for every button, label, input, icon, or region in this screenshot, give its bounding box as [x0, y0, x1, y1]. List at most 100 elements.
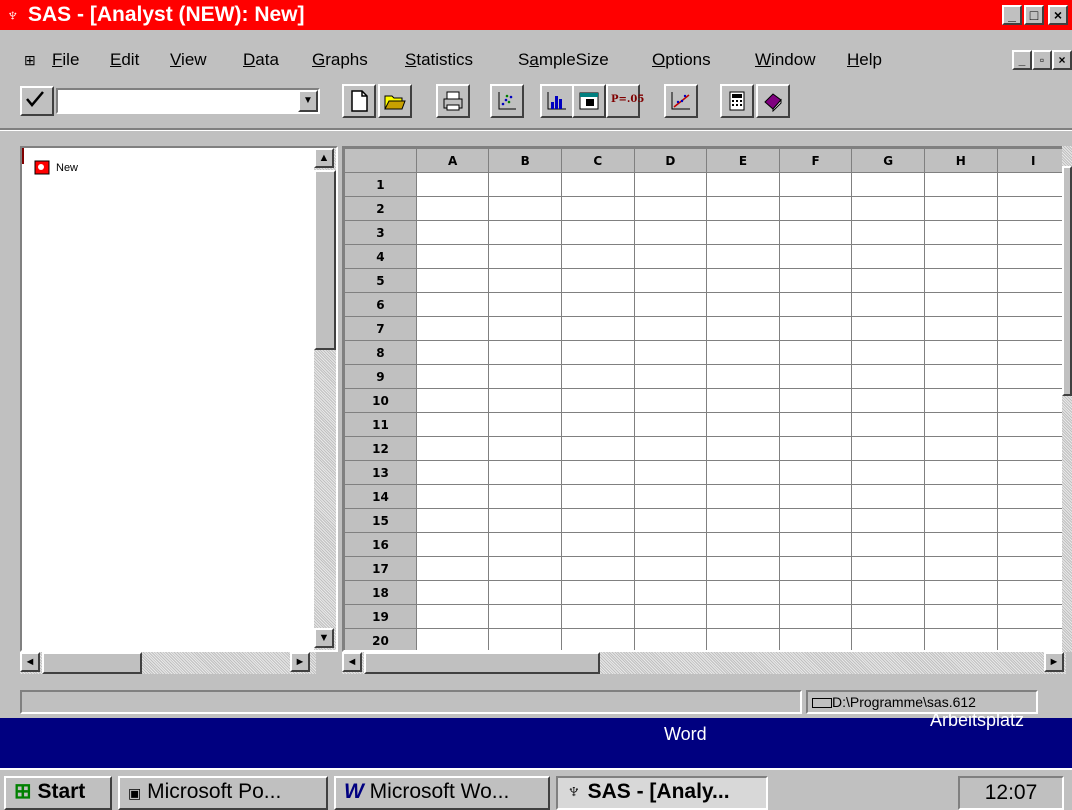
column-header-f[interactable]: F: [778, 148, 853, 173]
column-header-a[interactable]: A: [415, 148, 490, 173]
grid-cell[interactable]: [923, 580, 998, 605]
grid-cell[interactable]: [415, 436, 490, 461]
minimize-button[interactable]: _: [1002, 5, 1022, 25]
grid-cell[interactable]: [996, 316, 1070, 341]
grid-cell[interactable]: [923, 460, 998, 485]
grid-cell[interactable]: [488, 268, 563, 293]
grid-cell[interactable]: [415, 604, 490, 629]
close-button[interactable]: ×: [1048, 5, 1068, 25]
grid-cell[interactable]: [996, 244, 1070, 269]
grid-cell[interactable]: [561, 316, 635, 341]
grid-cell[interactable]: [923, 556, 998, 581]
grid-cell[interactable]: [851, 580, 925, 605]
child-restore-button[interactable]: ▫: [1032, 50, 1052, 70]
grid-cell[interactable]: [706, 172, 780, 197]
menu-window[interactable]: Window: [755, 50, 815, 70]
grid-cell[interactable]: [778, 172, 853, 197]
taskbar-word[interactable]: W Microsoft Wo...: [334, 776, 550, 810]
menu-edit[interactable]: Edit: [110, 50, 139, 70]
grid-cell[interactable]: [778, 268, 853, 293]
grid-scroll-left-arrow-icon[interactable]: ◄: [342, 652, 362, 672]
grid-scroll-thumb[interactable]: [1062, 166, 1072, 396]
grid-cell[interactable]: [778, 532, 853, 557]
grid-cell[interactable]: [415, 244, 490, 269]
grid-cell[interactable]: [488, 364, 563, 389]
grid-cell[interactable]: [923, 196, 998, 221]
grid-cell[interactable]: [706, 412, 780, 437]
grid-cell[interactable]: [633, 172, 708, 197]
grid-cell[interactable]: [923, 628, 998, 650]
grid-cell[interactable]: [778, 196, 853, 221]
row-header[interactable]: 10: [344, 388, 417, 413]
grid-cell[interactable]: [706, 508, 780, 533]
grid-cell[interactable]: [778, 460, 853, 485]
grid-cell[interactable]: [851, 412, 925, 437]
grid-cell[interactable]: [561, 172, 635, 197]
grid-cell[interactable]: [415, 220, 490, 245]
grid-cell[interactable]: [851, 484, 925, 509]
command-combo[interactable]: ▼: [56, 88, 320, 114]
grid-cell[interactable]: [488, 604, 563, 629]
grid-cell[interactable]: [996, 340, 1070, 365]
grid-cell[interactable]: [851, 556, 925, 581]
grid-cell[interactable]: [851, 340, 925, 365]
grid-cell[interactable]: [923, 532, 998, 557]
row-header[interactable]: 11: [344, 412, 417, 437]
title-bar[interactable]: ♆ SAS - [Analyst (NEW): New] _ □ ×: [0, 0, 1072, 30]
grid-cell[interactable]: [778, 508, 853, 533]
row-header[interactable]: 8: [344, 340, 417, 365]
open-button[interactable]: [378, 84, 412, 118]
grid-cell[interactable]: [706, 484, 780, 509]
column-header-h[interactable]: H: [923, 148, 998, 173]
grid-cell[interactable]: [561, 484, 635, 509]
grid-cell[interactable]: [996, 268, 1070, 293]
menu-graphs[interactable]: Graphs: [312, 50, 368, 70]
grid-cell[interactable]: [778, 556, 853, 581]
grid-cell[interactable]: [415, 340, 490, 365]
grid-cell[interactable]: [633, 532, 708, 557]
taskbar-powerpoint[interactable]: ▣ Microsoft Po...: [118, 776, 328, 810]
grid-cell[interactable]: [923, 436, 998, 461]
child-minimize-button[interactable]: _: [1012, 50, 1032, 70]
grid-vertical-scrollbar[interactable]: [1062, 146, 1072, 652]
grid-cell[interactable]: [706, 340, 780, 365]
column-header-g[interactable]: G: [851, 148, 925, 173]
grid-cell[interactable]: [706, 316, 780, 341]
row-header[interactable]: 6: [344, 292, 417, 317]
row-header[interactable]: 2: [344, 196, 417, 221]
grid-cell[interactable]: [996, 580, 1070, 605]
grid-cell[interactable]: [851, 172, 925, 197]
column-header-b[interactable]: B: [488, 148, 563, 173]
scroll-up-arrow-icon[interactable]: ▲: [314, 148, 334, 168]
grid-cell[interactable]: [488, 292, 563, 317]
grid-cell[interactable]: [706, 388, 780, 413]
menu-data[interactable]: Data: [243, 50, 279, 70]
grid-cell[interactable]: [561, 196, 635, 221]
grid-cell[interactable]: [706, 364, 780, 389]
table-button[interactable]: [572, 84, 606, 118]
grid-cell[interactable]: [778, 484, 853, 509]
row-header[interactable]: 14: [344, 484, 417, 509]
grid-cell[interactable]: [706, 460, 780, 485]
grid-cell[interactable]: [778, 412, 853, 437]
grid-cell[interactable]: [488, 436, 563, 461]
grid-cell[interactable]: [996, 172, 1070, 197]
grid-cell[interactable]: [415, 580, 490, 605]
grid-cell[interactable]: [415, 412, 490, 437]
taskbar-sas[interactable]: ♆ SAS - [Analy...: [556, 776, 768, 810]
scroll-right-arrow-icon[interactable]: ►: [290, 652, 310, 672]
grid-cell[interactable]: [778, 244, 853, 269]
grid-cell[interactable]: [996, 532, 1070, 557]
grid-cell[interactable]: [415, 388, 490, 413]
grid-cell[interactable]: [561, 292, 635, 317]
grid-cell[interactable]: [415, 556, 490, 581]
grid-cell[interactable]: [996, 220, 1070, 245]
grid-cell[interactable]: [923, 364, 998, 389]
grid-cell[interactable]: [923, 292, 998, 317]
row-header[interactable]: 20: [344, 628, 417, 650]
grid-cell[interactable]: [851, 244, 925, 269]
column-header-i[interactable]: I: [996, 148, 1070, 173]
grid-cell[interactable]: [415, 268, 490, 293]
grid-cell[interactable]: [778, 220, 853, 245]
grid-cell[interactable]: [851, 364, 925, 389]
